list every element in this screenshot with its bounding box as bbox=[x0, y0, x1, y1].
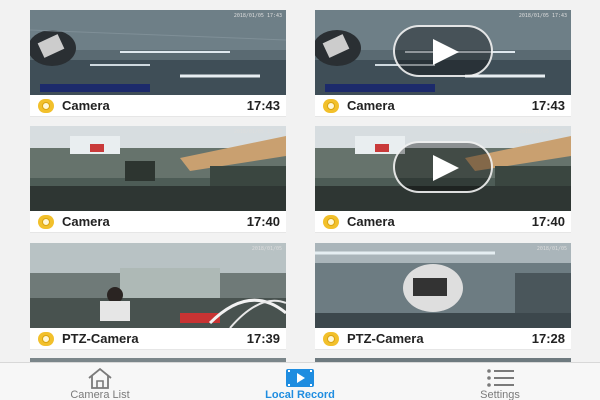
list-icon bbox=[487, 369, 514, 387]
tab-label: Settings bbox=[480, 389, 520, 400]
recording-thumbnail[interactable]: 2018/01/05 17:43 bbox=[30, 10, 286, 95]
recording-camera-name: PTZ-Camera bbox=[347, 331, 424, 346]
recording-time: 17:40 bbox=[246, 214, 280, 229]
tab-settings[interactable]: Settings bbox=[400, 363, 600, 400]
recording-thumbnail[interactable]: 2018/01/05 bbox=[315, 243, 571, 328]
timestamp-overlay: 2018/01/05 bbox=[251, 246, 282, 252]
recording-camera-name: Camera bbox=[62, 214, 110, 229]
recording-time: 17:43 bbox=[531, 98, 565, 113]
tab-label: Camera List bbox=[70, 389, 130, 400]
timestamp-overlay: 2018/01/05 17:43 bbox=[518, 13, 567, 19]
recording-time: 17:28 bbox=[531, 331, 565, 346]
recordings-grid[interactable]: 2018/01/05 17:43 Camera 17:43 2018/01/05… bbox=[0, 0, 600, 362]
camera-icon bbox=[323, 332, 339, 346]
recording-camera-name: PTZ-Camera bbox=[62, 331, 139, 346]
tab-camera-list[interactable]: Camera List bbox=[0, 363, 200, 400]
camera-icon bbox=[38, 99, 54, 113]
play-button[interactable] bbox=[393, 141, 493, 193]
recording-caption: Camera 17:43 bbox=[30, 95, 286, 117]
play-button[interactable] bbox=[393, 25, 493, 77]
recording-card[interactable]: 2018/01/05 PTZ-Camera 17:39 bbox=[30, 243, 286, 350]
play-icon bbox=[433, 39, 459, 65]
recording-time: 17:40 bbox=[531, 214, 565, 229]
timestamp-overlay: 2018/01/05 17:40 bbox=[233, 129, 282, 135]
bottom-tab-bar: Camera List Local Record Settings bbox=[0, 362, 600, 400]
recording-caption: Camera 17:40 bbox=[315, 211, 571, 233]
recording-card[interactable]: 2018/01/05 17:43 Camera 17:43 bbox=[315, 10, 571, 117]
play-icon bbox=[433, 155, 459, 181]
app-screen: 2018/01/05 17:43 Camera 17:43 2018/01/05… bbox=[0, 0, 600, 400]
camera-icon bbox=[38, 215, 54, 229]
recording-caption: PTZ-Camera 17:28 bbox=[315, 328, 571, 350]
recording-caption: PTZ-Camera 17:39 bbox=[30, 328, 286, 350]
recording-card[interactable]: 2018/01/05 17:40 Camera 17:40 bbox=[30, 126, 286, 233]
recording-camera-name: Camera bbox=[347, 98, 395, 113]
camera-icon bbox=[38, 332, 54, 346]
recording-time: 17:39 bbox=[246, 331, 280, 346]
recording-thumbnail[interactable]: 2018/01/05 17:40 bbox=[30, 126, 286, 211]
recording-caption: Camera 17:40 bbox=[30, 211, 286, 233]
video-play-icon bbox=[286, 369, 314, 387]
camera-icon bbox=[323, 215, 339, 229]
home-icon bbox=[88, 367, 112, 389]
recording-caption: Camera 17:43 bbox=[315, 95, 571, 117]
tab-label: Local Record bbox=[265, 389, 335, 400]
recording-thumbnail[interactable]: 2018/01/05 bbox=[30, 243, 286, 328]
recording-camera-name: Camera bbox=[62, 98, 110, 113]
timestamp-overlay: 2018/01/05 bbox=[536, 246, 567, 252]
camera-icon bbox=[323, 99, 339, 113]
recording-card[interactable]: 2018/01/05 17:43 Camera 17:43 bbox=[30, 10, 286, 117]
timestamp-overlay: 2018/01/05 17:40 bbox=[518, 129, 567, 135]
recording-time: 17:43 bbox=[246, 98, 280, 113]
tab-local-record[interactable]: Local Record bbox=[200, 363, 400, 400]
timestamp-overlay: 2018/01/05 17:43 bbox=[233, 13, 282, 19]
recording-card[interactable]: 2018/01/05 PTZ-Camera 17:28 bbox=[315, 243, 571, 350]
recording-thumbnail[interactable]: 2018/01/05 17:40 bbox=[315, 126, 571, 211]
recording-card[interactable]: 2018/01/05 17:40 Camera 17:40 bbox=[315, 126, 571, 233]
recording-camera-name: Camera bbox=[347, 214, 395, 229]
recording-thumbnail[interactable]: 2018/01/05 17:43 bbox=[315, 10, 571, 95]
